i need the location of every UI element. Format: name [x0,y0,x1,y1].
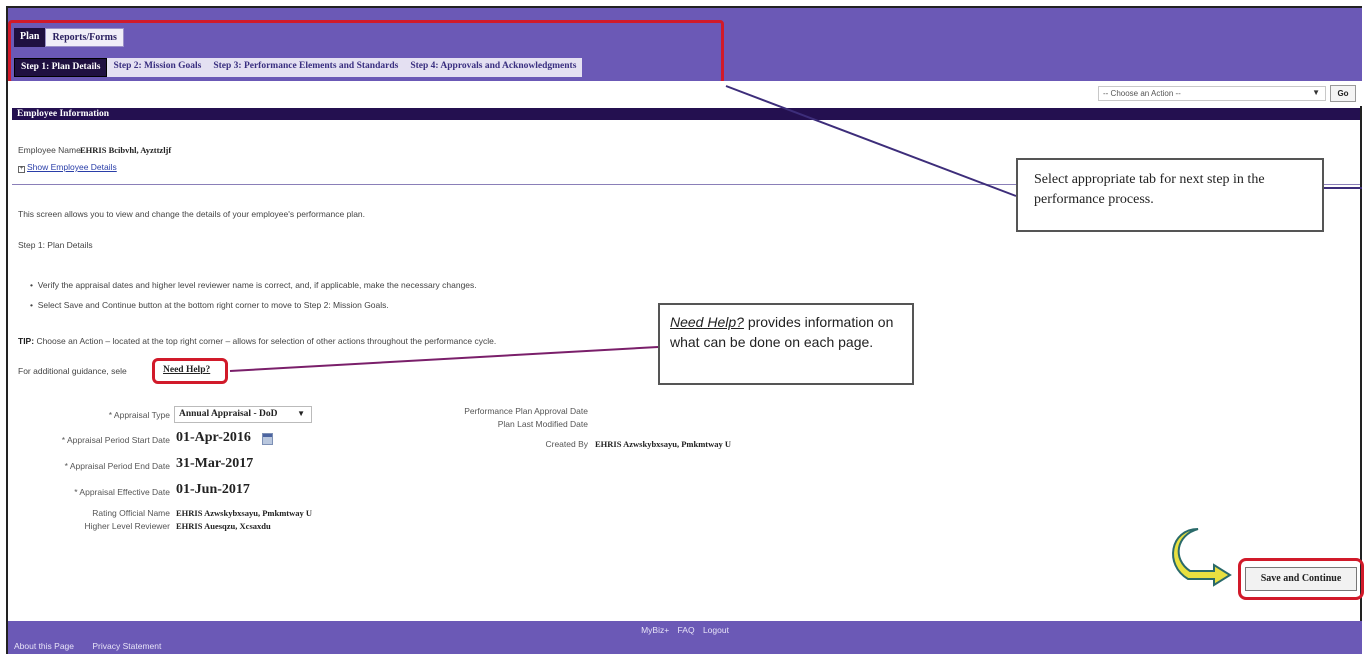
created-by-label: Created By [545,439,588,449]
footer-left-links: About this Page Privacy Statement [14,641,177,651]
rating-official-value: EHRIS Azwskybxsayu, Pmkmtway U [176,508,313,518]
bullet-verify-text: Verify the appraisal dates and higher le… [37,280,477,290]
appraisal-type-label: * Appraisal Type [108,410,170,420]
chevron-down-icon: ▼ [1312,88,1320,97]
show-employee-details[interactable]: + Show Employee Details [18,162,117,173]
appraisal-type-select[interactable]: Annual Appraisal - DoD ▼ [174,406,312,423]
employee-name-label: Employee Name [18,145,81,155]
end-date-label: * Appraisal Period End Date [64,461,170,471]
save-highlight-box [1238,558,1364,600]
bullet-verify: • Verify the appraisal dates and higher … [30,280,477,290]
appraisal-type-value: Annual Appraisal - DoD [179,409,278,419]
higher-reviewer-value: EHRIS Auesqzu, Xcsaxdu [176,521,271,531]
additional-guidance-text: For additional guidance, sele [18,366,127,376]
section-header-bar [12,108,1360,120]
tip-body: Choose an Action – located at the top ri… [36,336,497,346]
effective-date-label: * Appraisal Effective Date [74,487,170,497]
footer-link-privacy[interactable]: Privacy Statement [92,641,161,651]
bullet-save: • Select Save and Continue button at the… [30,300,389,310]
end-date-value: 31-Mar-2017 [176,456,254,471]
footer-bar: MyBiz+ FAQ Logout About this Page Privac… [8,621,1362,654]
callout-tab-hint: Select appropriate tab for next step in … [1016,158,1324,232]
callout-need-help-em: Need Help? [670,314,744,330]
start-date-label: * Appraisal Period Start Date [61,435,170,445]
start-date-value[interactable]: 01-Apr-2016 [176,430,251,446]
higher-reviewer-label: Higher Level Reviewer [84,521,170,531]
show-employee-details-link[interactable]: Show Employee Details [27,162,117,172]
effective-date-value: 01-Jun-2017 [176,482,250,497]
tabs-highlight-box [8,20,724,84]
footer-link-logout[interactable]: Logout [703,625,729,635]
approval-date-label: Performance Plan Approval Date [464,406,588,416]
footer-link-about[interactable]: About this Page [14,641,74,651]
footer-center-links: MyBiz+ FAQ Logout [8,625,1362,635]
curved-arrow-icon [1172,528,1232,587]
bullet-save-text: Select Save and Continue button at the b… [37,300,389,310]
step-title-text: Step 1: Plan Details [18,240,93,250]
chevron-down-icon: ▼ [297,409,305,418]
callout-need-help: Need Help? provides information on what … [658,303,914,385]
tip-text: TIP: Choose an Action – located at the t… [18,336,496,346]
expand-icon: + [18,166,25,173]
footer-link-faq[interactable]: FAQ [678,625,695,635]
tip-label: TIP: [18,336,35,346]
section-title-employee-info: Employee Information [17,109,110,119]
last-modified-label: Plan Last Modified Date [497,419,588,429]
go-button[interactable]: Go [1330,85,1356,102]
rating-official-label: Rating Official Name [92,508,170,518]
created-by-value: EHRIS Azwskybxsayu, Pmkmtway U [595,439,732,449]
need-help-highlight-box [152,358,228,384]
intro-text: This screen allows you to view and chang… [18,209,366,219]
footer-link-mybiz[interactable]: MyBiz+ [641,625,669,635]
employee-name-value: EHRIS Bcibvhl, Ayzttzljf [80,145,172,155]
calendar-icon[interactable] [262,433,273,445]
choose-action-value: -- Choose an Action -- [1103,89,1181,98]
choose-action-select[interactable]: -- Choose an Action -- ▼ [1098,86,1326,101]
